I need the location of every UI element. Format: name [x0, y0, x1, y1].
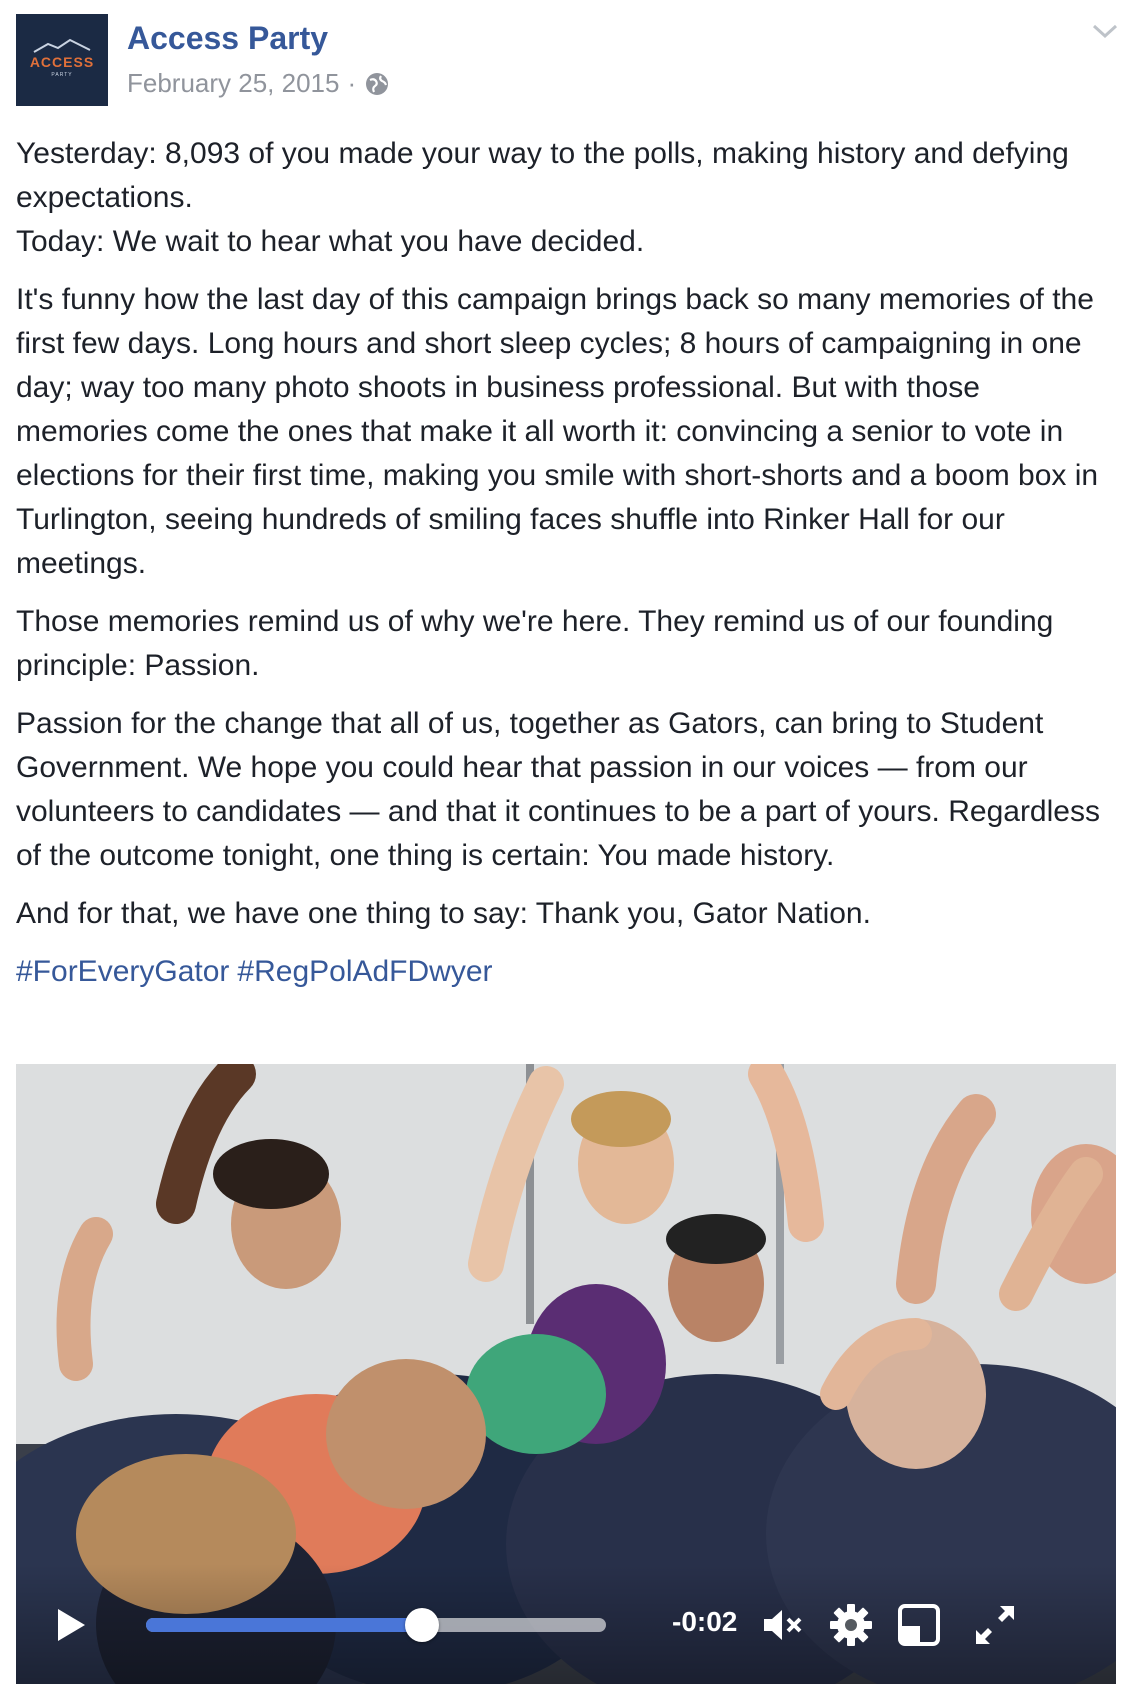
avatar-logo-text: ACCESS — [29, 54, 95, 70]
hashtag-link[interactable]: #RegPolAdFDwyer — [237, 955, 492, 988]
progress-fill — [146, 1618, 422, 1632]
time-remaining: -0:02 — [672, 1606, 738, 1637]
picture-in-picture-icon[interactable] — [896, 1602, 942, 1648]
video-progress-bar[interactable] — [146, 1608, 606, 1642]
post-paragraph: And for that, we have one thing to say: … — [16, 897, 871, 930]
post-paragraph: Yesterday: 8,093 of you made your way to… — [16, 137, 1069, 258]
chevron-down-icon[interactable] — [1090, 20, 1120, 42]
avatar-logo-subtext: PARTY — [51, 72, 73, 78]
play-icon[interactable] — [54, 1606, 88, 1644]
video-controls: -0:02 — [16, 1564, 1116, 1684]
page-avatar[interactable]: ACCESS PARTY — [16, 14, 108, 106]
post-paragraph: Those memories remind us of why we're he… — [16, 605, 1054, 682]
settings-icon[interactable] — [828, 1602, 874, 1648]
globe-icon[interactable] — [364, 71, 390, 97]
progress-scrubber-handle[interactable] — [405, 1608, 439, 1642]
post-body: Yesterday: 8,093 of you made your way to… — [16, 132, 1116, 1008]
facebook-post: ACCESS PARTY Access Party February 25, 2… — [0, 0, 1130, 1702]
post-date-link[interactable]: February 25, 2015 — [127, 68, 339, 99]
meta-separator: · — [347, 68, 357, 98]
post-paragraph: It's funny how the last day of this camp… — [16, 283, 1099, 580]
hashtag-list: #ForEveryGator #RegPolAdFDwyer — [16, 950, 1116, 994]
hashtag-link[interactable]: #ForEveryGator — [16, 955, 229, 988]
fullscreen-icon[interactable] — [972, 1602, 1018, 1648]
video-player[interactable]: -0:02 — [16, 1064, 1116, 1684]
post-paragraph: Passion for the change that all of us, t… — [16, 707, 1100, 872]
post-meta: February 25, 2015 · — [127, 68, 390, 99]
mute-icon[interactable] — [760, 1602, 806, 1648]
page-name-link[interactable]: Access Party — [127, 20, 328, 57]
